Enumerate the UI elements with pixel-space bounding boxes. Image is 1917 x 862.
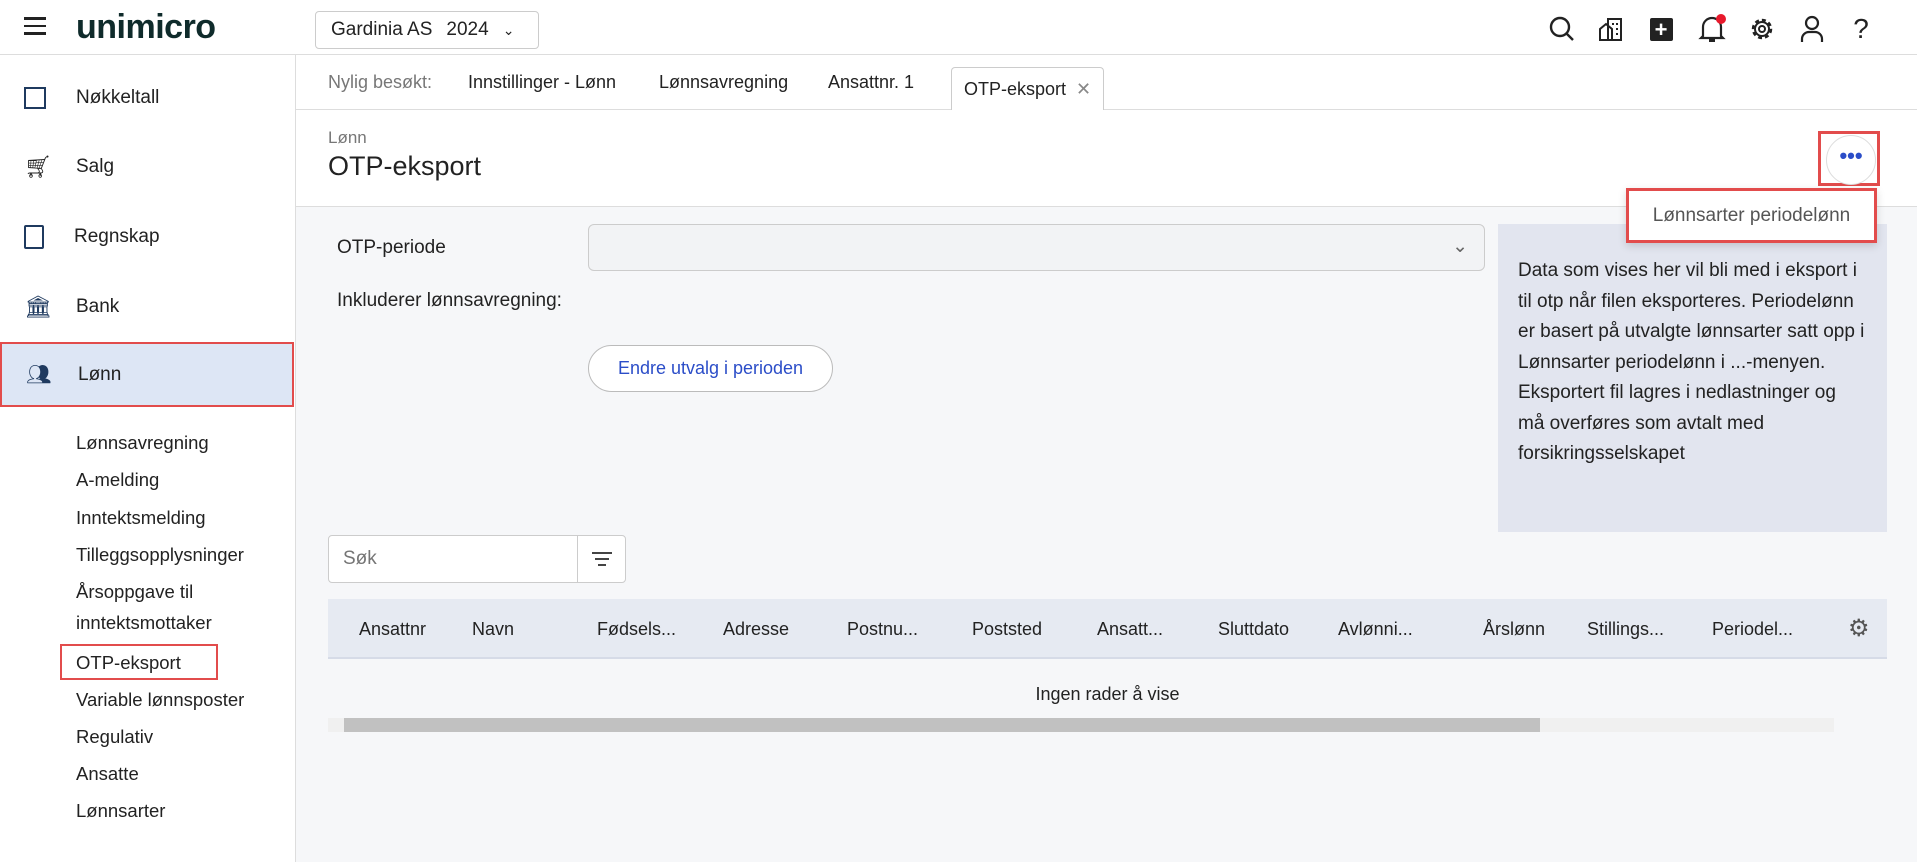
search-icon[interactable] [1547, 14, 1577, 44]
subitem-lonnsarter[interactable]: Lønnsarter [76, 800, 165, 822]
cart-icon: 🛒︎ [24, 154, 52, 179]
subitem-tilleggsopplysninger[interactable]: Tilleggsopplysninger [76, 544, 244, 566]
column-header[interactable]: Stillings... [1587, 619, 1664, 640]
subitem-regulativ[interactable]: Regulativ [76, 726, 153, 748]
dropdown-menu: Lønnsarter periodelønn [1626, 188, 1877, 243]
chart-icon [24, 87, 46, 109]
subitem-arsoppgave-line2[interactable]: inntektsmottaker [76, 612, 212, 634]
column-header[interactable]: Avlønni... [1338, 619, 1413, 640]
otp-period-label: OTP-periode [337, 237, 446, 258]
bank-icon: 🏛︎ [24, 294, 52, 319]
column-header[interactable]: Navn [472, 619, 514, 640]
tab-lonnsavregning[interactable]: Lønnsavregning [659, 55, 788, 110]
subitem-label: OTP-eksport [76, 652, 181, 673]
subitem-ansatte[interactable]: Ansatte [76, 763, 139, 785]
column-header[interactable]: Sluttdato [1218, 619, 1289, 640]
ledger-icon [24, 225, 44, 249]
subitem-variable-lonnsposter[interactable]: Variable lønnsposter [76, 689, 244, 711]
add-icon[interactable]: + [1646, 14, 1676, 44]
column-settings-gear-icon[interactable]: ⚙ [1848, 614, 1870, 643]
subitem-otp-eksport[interactable]: OTP-eksport [60, 644, 218, 680]
sidebar: Nøkkeltall 🛒︎ Salg Regnskap 🏛︎ Bank 👥︎ Lønn… [0, 55, 296, 862]
help-icon[interactable]: ? [1846, 13, 1876, 44]
horizontal-scrollbar[interactable] [328, 718, 1834, 732]
subitem-inntektsmelding[interactable]: Inntektsmelding [76, 507, 206, 529]
tab-label: OTP-eksport [964, 78, 1067, 99]
company-name: Gardinia AS [331, 19, 433, 40]
tab-ansattnr[interactable]: Ansattnr. 1 [828, 55, 914, 110]
notification-bell-icon[interactable] [1697, 14, 1727, 44]
column-header[interactable]: Ansatt... [1097, 619, 1163, 640]
sidebar-item-label: Regnskap [74, 226, 160, 247]
recent-label: Nylig besøkt: [328, 72, 433, 92]
more-options-button[interactable]: ••• [1826, 135, 1876, 185]
column-header[interactable]: Årslønn [1483, 619, 1545, 640]
tab-innstillinger[interactable]: Innstillinger - Lønn [468, 55, 616, 110]
people-icon: 👥︎ [26, 364, 52, 386]
empty-message: Ingen rader å vise [1035, 684, 1180, 704]
company-selector[interactable]: Gardinia AS 2024 ⌄ [315, 11, 539, 49]
column-header[interactable]: Fødsels... [597, 619, 676, 640]
sidebar-item-salg[interactable]: 🛒︎ Salg [0, 135, 294, 199]
sidebar-item-label: Salg [76, 156, 115, 177]
year: 2024 [446, 19, 489, 40]
menu-item-lonnsarter-periodelonn[interactable]: Lønnsarter periodelønn [1653, 205, 1851, 227]
settings-gear-icon[interactable] [1747, 14, 1777, 44]
column-header[interactable]: Periodel... [1712, 619, 1793, 640]
menu-icon[interactable] [24, 17, 46, 35]
subitem-arsoppgave[interactable]: Årsoppgave til [76, 581, 193, 603]
search-box [328, 535, 626, 583]
subitem-lonnsavregning[interactable]: Lønnsavregning [76, 432, 209, 454]
user-icon[interactable] [1797, 14, 1827, 44]
sidebar-item-nokkeltall[interactable]: Nøkkeltall [0, 66, 294, 130]
sidebar-item-bank[interactable]: 🏛︎ Bank [0, 275, 294, 339]
sidebar-item-lonn[interactable]: 👥︎ Lønn [0, 342, 294, 407]
change-selection-button[interactable]: Endre utvalg i perioden [588, 345, 833, 392]
column-header[interactable]: Adresse [723, 619, 789, 640]
tab-otp-eksport[interactable]: OTP-eksport ✕ [951, 67, 1105, 110]
chevron-down-icon: ⌄ [502, 21, 515, 38]
sidebar-item-label: Lønn [78, 363, 122, 385]
top-bar: unimicro Gardinia AS 2024 ⌄ + ? [0, 0, 1917, 55]
sidebar-item-regnskap[interactable]: Regnskap [0, 205, 294, 269]
sidebar-item-label: Bank [76, 296, 120, 317]
info-box: Data som vises her vil bli med i eksport… [1498, 224, 1887, 532]
company-building-icon[interactable] [1596, 14, 1626, 44]
column-header[interactable]: Poststed [972, 619, 1042, 640]
logo[interactable]: unimicro [76, 8, 216, 47]
close-icon[interactable]: ✕ [1076, 79, 1091, 100]
search-input[interactable] [329, 536, 575, 582]
chevron-down-icon: ⌄ [1452, 236, 1468, 257]
sidebar-item-label: Nøkkeltall [76, 87, 160, 108]
recent-tabs: Nylig besøkt: Innstillinger - Lønn Lønns… [296, 55, 1917, 110]
subitem-a-melding[interactable]: A-melding [76, 469, 159, 491]
includes-label: Inkluderer lønnsavregning: [337, 290, 562, 311]
page-title: OTP-eksport [328, 151, 482, 181]
scrollbar-thumb[interactable] [344, 718, 1540, 732]
column-header[interactable]: Ansattnr [359, 619, 426, 640]
otp-period-select[interactable]: ⌄ [588, 224, 1485, 271]
table-header: Ansattnr Navn Fødsels... Adresse Postnu.… [328, 599, 1887, 659]
filter-icon[interactable] [577, 536, 626, 582]
column-header[interactable]: Postnu... [847, 619, 918, 640]
breadcrumb[interactable]: Lønn [328, 128, 367, 148]
